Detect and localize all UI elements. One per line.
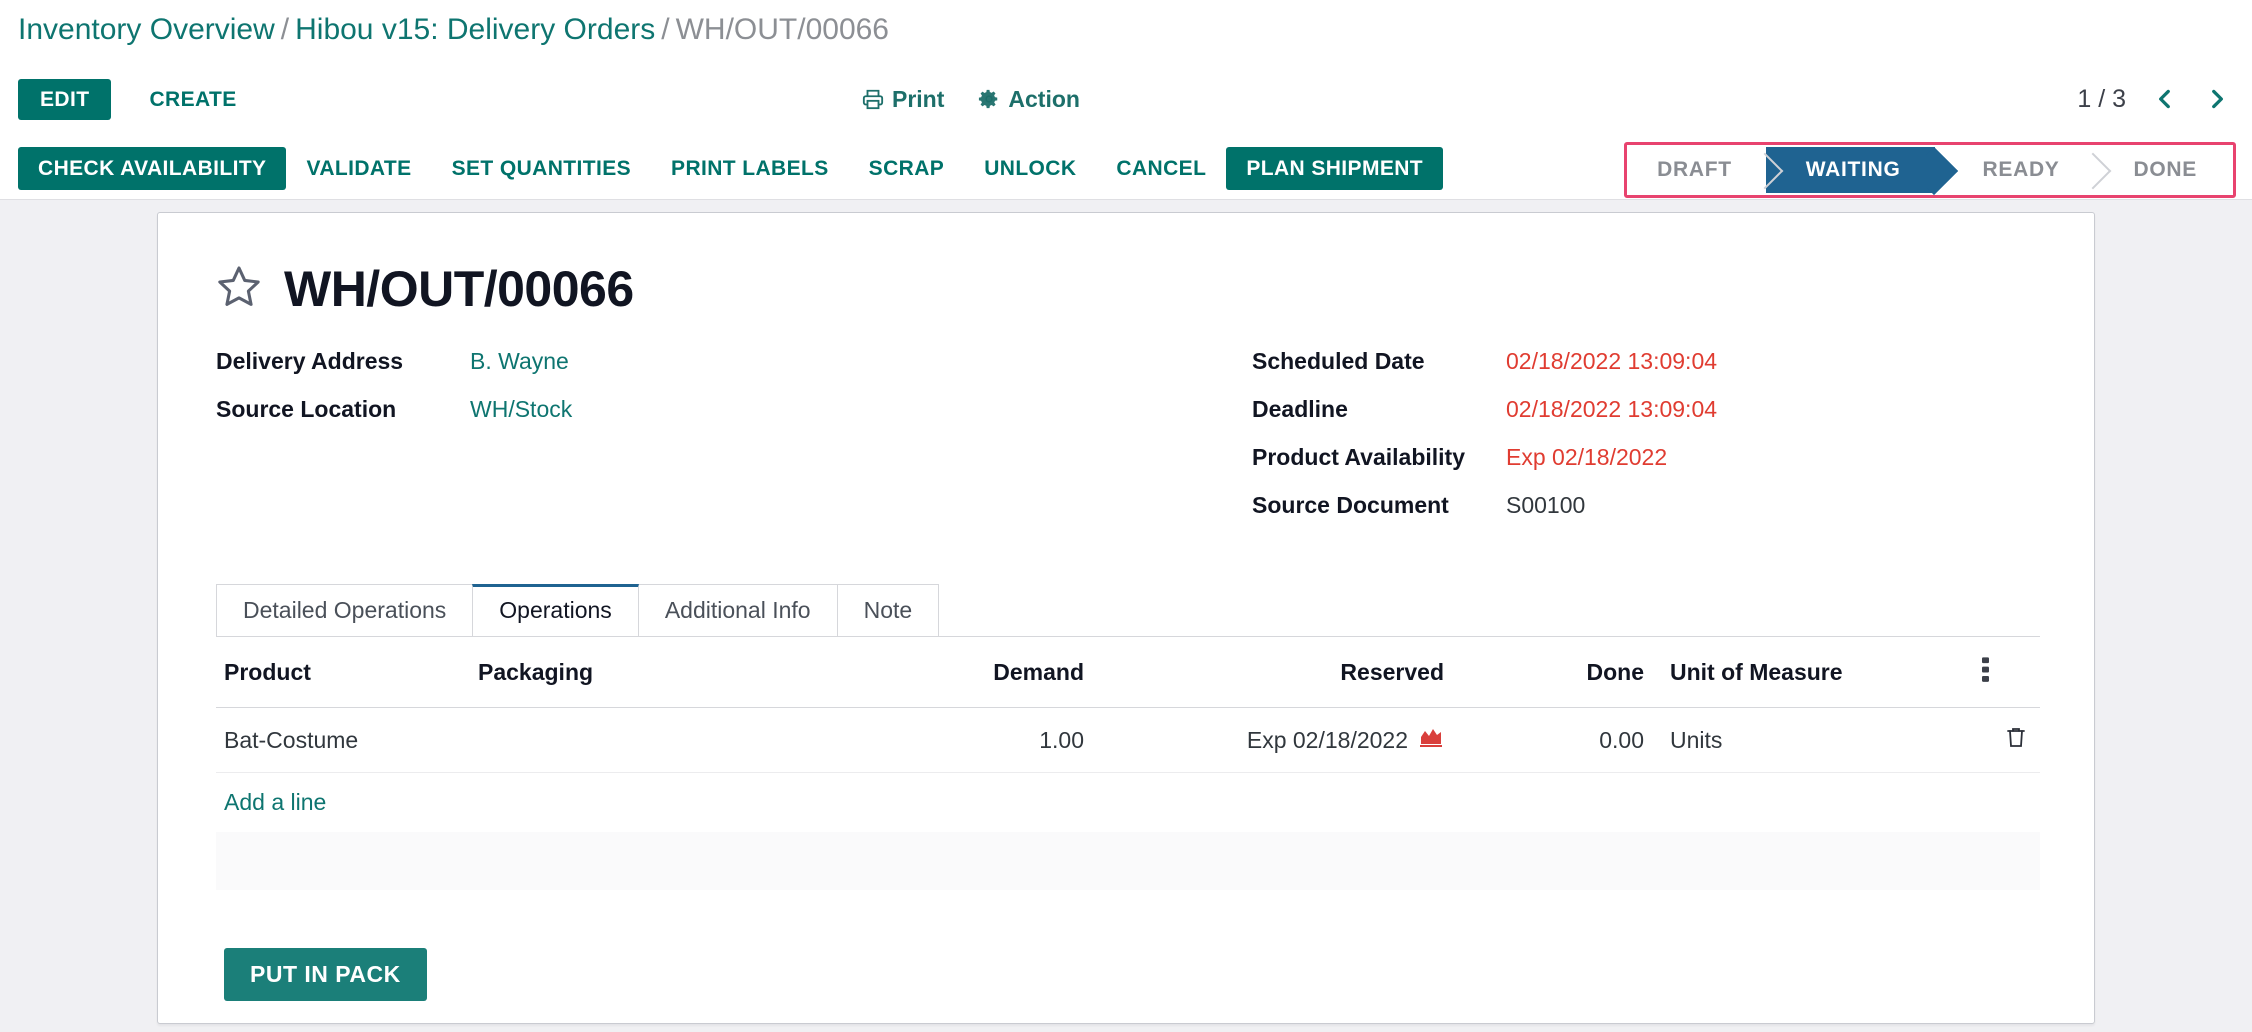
field-label: Source Document [1252,492,1449,518]
star-outline-icon[interactable] [216,263,262,314]
breadcrumb-item-current: WH/OUT/00066 [675,13,889,46]
cell-unit-of-measure[interactable]: Units [1656,707,1970,773]
put-in-pack-button[interactable]: PUT IN PACK [224,948,427,1001]
field-group-right: Scheduled Date 02/18/2022 13:09:04 Deadl… [1128,348,2040,540]
field-label: Scheduled Date [1252,348,1425,374]
page-title: WH/OUT/00066 [284,260,634,317]
field-label: Product Availability [1252,444,1466,470]
form-action-bar: CHECK AVAILABILITY VALIDATE SET QUANTITI… [0,138,2252,200]
optional-columns-toggle[interactable] [1970,637,2040,708]
cell-demand[interactable]: 1.00 [796,707,1096,773]
table-row[interactable]: Bat-Costume 1.00 Exp 02/18/2022 0.00 Uni… [216,707,2040,773]
breadcrumb-separator: / [661,13,670,46]
operations-table: Product Packaging Demand Reserved Done U… [216,637,2040,890]
action-menu[interactable]: Action [978,85,1080,112]
tab-additional-info[interactable]: Additional Info [637,584,838,636]
printer-icon [862,88,884,110]
status-stage-draft[interactable]: DRAFT [1629,147,1766,193]
field-scheduled-date: Scheduled Date 02/18/2022 13:09:04 [1252,348,2040,396]
control-panel: EDIT CREATE Print Action 1 / 3 [0,60,2252,138]
field-value-deadline: 02/18/2022 13:09:04 [1506,396,1718,422]
tab-operations[interactable]: Operations [472,584,639,636]
table-filler-row [216,832,2040,890]
print-labels-button[interactable]: PRINT LABELS [651,147,849,190]
field-value-source-document: S00100 [1506,492,1586,518]
trash-icon[interactable] [2004,724,2028,756]
gear-icon [978,88,1000,110]
field-deadline: Deadline 02/18/2022 13:09:04 [1252,396,2040,444]
field-value-delivery-address[interactable]: B. Wayne [470,348,569,375]
cell-done[interactable]: 0.00 [1456,707,1656,773]
cell-packaging[interactable] [466,707,796,773]
control-panel-center-actions: Print Action [862,60,1080,138]
print-menu[interactable]: Print [862,85,945,112]
column-header-demand: Demand [796,637,1096,708]
field-value-product-availability: Exp 02/18/2022 [1506,444,1668,470]
set-quantities-button[interactable]: SET QUANTITIES [432,147,651,190]
notebook-tabs: Detailed Operations Operations Additiona… [216,584,2040,637]
form-sheet: WH/OUT/00066 Delivery Address B. Wayne S… [157,212,2095,1024]
odoo-delivery-order-form: Inventory Overview / Hibou v15: Delivery… [0,0,2252,1032]
pager-count: 1 / 3 [2077,84,2126,113]
cell-reserved[interactable]: Exp 02/18/2022 [1096,707,1456,773]
field-value-source-location[interactable]: WH/Stock [470,396,572,423]
breadcrumb-separator: / [280,13,290,46]
status-stage-done[interactable]: DONE [2093,147,2231,193]
check-availability-button[interactable]: CHECK AVAILABILITY [18,147,287,190]
notebook: Detailed Operations Operations Additiona… [212,584,2040,1001]
field-value-scheduled-date: 02/18/2022 13:09:04 [1506,348,1718,374]
field-groups: Delivery Address B. Wayne Source Locatio… [212,348,2040,540]
column-header-reserved: Reserved [1096,637,1456,708]
column-header-done: Done [1456,637,1656,708]
column-header-product: Product [216,637,466,708]
column-header-unit-of-measure: Unit of Measure [1656,637,1970,708]
scrap-button[interactable]: SCRAP [849,147,965,190]
action-label: Action [1008,85,1080,112]
table-header-row: Product Packaging Demand Reserved Done U… [216,637,2040,708]
breadcrumb: Inventory Overview / Hibou v15: Delivery… [0,0,2252,60]
field-label: Delivery Address [216,348,404,374]
status-stage-waiting[interactable]: WAITING [1765,147,1935,193]
breadcrumb-item-inventory-overview[interactable]: Inventory Overview [18,13,275,47]
field-delivery-address: Delivery Address B. Wayne [216,348,1128,396]
cell-product[interactable]: Bat-Costume [216,707,466,773]
status-pipeline-highlight: DRAFT WAITING READY DONE [1624,142,2236,198]
vertical-dots-icon[interactable] [1982,655,1989,689]
pager: 1 / 3 [2077,60,2230,138]
field-group-left: Delivery Address B. Wayne Source Locatio… [216,348,1128,540]
tab-detailed-operations[interactable]: Detailed Operations [216,584,474,636]
add-a-line-button[interactable]: Add a line [216,773,338,832]
cancel-button[interactable]: CANCEL [1096,147,1226,190]
validate-button[interactable]: VALIDATE [286,147,431,190]
print-label: Print [892,85,945,112]
column-header-packaging: Packaging [466,637,796,708]
create-button[interactable]: CREATE [127,79,258,120]
sheet-area: WH/OUT/00066 Delivery Address B. Wayne S… [0,200,2252,1024]
chevron-left-icon[interactable] [2152,84,2178,114]
cell-reserved-text: Exp 02/18/2022 [1246,726,1408,753]
record-title-row: WH/OUT/00066 [212,247,2040,348]
unlock-button[interactable]: UNLOCK [964,147,1096,190]
plan-shipment-button[interactable]: PLAN SHIPMENT [1226,147,1444,190]
field-label: Source Location [216,396,397,422]
chevron-right-icon[interactable] [2204,84,2230,114]
cell-delete[interactable] [1970,707,2040,773]
tab-note[interactable]: Note [836,584,940,636]
area-chart-icon[interactable] [1418,726,1444,754]
add-line-row[interactable]: Add a line [216,773,2040,833]
field-source-location: Source Location WH/Stock [216,396,1128,444]
breadcrumb-item-delivery-orders[interactable]: Hibou v15: Delivery Orders [295,13,655,47]
field-product-availability: Product Availability Exp 02/18/2022 [1252,444,2040,492]
status-stage-ready[interactable]: READY [1934,147,2094,193]
status-pipeline: DRAFT WAITING READY DONE [1629,147,2231,193]
edit-button[interactable]: EDIT [18,78,112,120]
field-source-document: Source Document S00100 [1252,492,2040,540]
field-label: Deadline [1252,396,1348,422]
